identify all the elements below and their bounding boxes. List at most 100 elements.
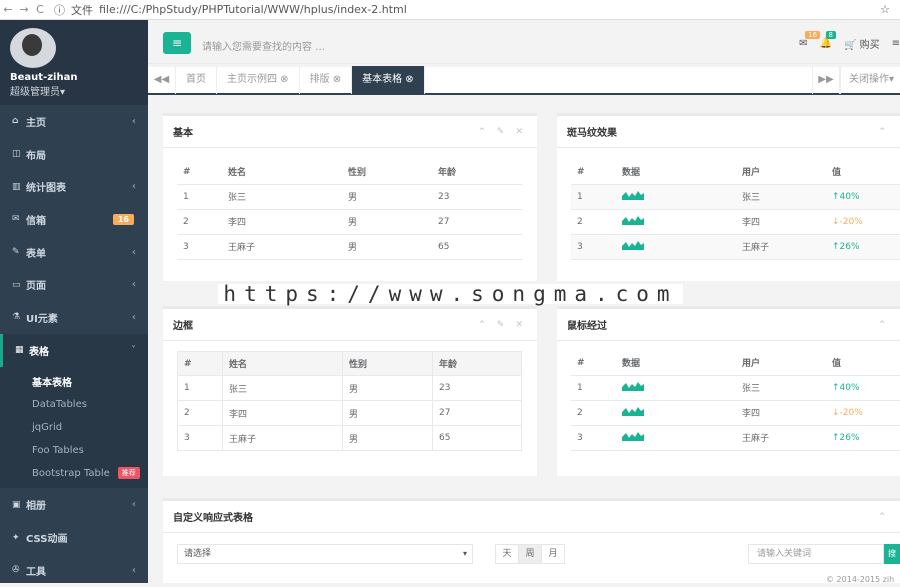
sidebar-item[interactable]: ✇ 工具 ‹ — [0, 554, 148, 587]
column-header: 数据 — [616, 351, 736, 376]
table-cell: 3 — [571, 234, 616, 260]
sidebar-item[interactable]: ⌂ 主页 ‹ — [0, 105, 148, 138]
filter-select[interactable]: 请选择 ▾ — [177, 544, 473, 564]
table-cell: 李四 — [222, 400, 343, 426]
column-header: # — [571, 160, 616, 185]
table-cell: 2 — [571, 209, 616, 235]
chevron-icon: ‹ — [131, 181, 136, 193]
table-cell: 李四 — [736, 209, 826, 235]
chevron-icon: ‹ — [131, 311, 136, 323]
sidebar-item[interactable]: ✎ 表单 ‹ — [0, 236, 148, 269]
submenu-item[interactable]: 基本表格 — [0, 371, 148, 394]
reload-icon[interactable]: C — [32, 3, 48, 16]
table-cell: 27 — [432, 209, 522, 235]
submenu-item[interactable]: Foo Tables — [0, 439, 148, 462]
home-icon: ⌂ — [12, 116, 19, 127]
table-icon: ▦ — [15, 345, 24, 356]
sidebar-item-label: 统计图表 — [26, 183, 66, 195]
table-cell: 王麻子 — [222, 425, 343, 451]
sidebar-item[interactable]: ▭ 页面 ‹ — [0, 268, 148, 301]
sidebar-item[interactable]: ▥ 统计图表 ‹ — [0, 170, 148, 203]
count-badge: 16 — [112, 213, 134, 225]
forward-icon[interactable]: → — [16, 3, 32, 16]
tab-dashboard4[interactable]: 主页示例四 ⊗ — [217, 66, 300, 94]
table-cell: 1 — [571, 375, 616, 401]
tabs-prev-button[interactable]: ◀◀ — [148, 66, 176, 94]
panel-bordered: 边框 ⌃ ✎ ✕ # 姓名 性别 年龄 1 张三男 23 2 李四男 27 3 王麻子男 65 — [163, 306, 537, 476]
table-cell: 1 — [177, 375, 223, 401]
avatar[interactable] — [10, 28, 56, 68]
table-row: 3 王麻子男 65 — [177, 234, 522, 260]
column-header: # — [177, 160, 222, 185]
sidebar-item[interactable]: ▣ 相册 ‹ — [0, 488, 148, 521]
sparkline-icon — [622, 432, 644, 441]
table-cell: ↑40% — [826, 184, 900, 210]
sidebar-item[interactable]: ▦ 表格 ˅ — [0, 333, 148, 367]
table-cell: 1 — [571, 184, 616, 210]
url-text: file:///C:/PhpStudy/PHPTutorial/WWW/hplu… — [99, 3, 407, 16]
bell-count-badge: 8 — [825, 31, 836, 39]
panel-title: 斑马纹效果 — [567, 128, 617, 139]
sidebar-item[interactable]: ⚗ UI元素 ‹ — [0, 301, 148, 334]
submenu-item-label: 基本表格 — [32, 378, 72, 390]
sparkline-icon — [622, 216, 644, 225]
panel-tools[interactable]: ⌃ — [878, 127, 890, 137]
column-header: # — [177, 351, 223, 376]
panel-title: 鼠标经过 — [567, 321, 607, 332]
bookmark-star-icon[interactable]: ☆ — [880, 3, 890, 16]
sparkline-icon — [622, 407, 644, 416]
sparkline-icon — [622, 382, 644, 391]
sidebar-item[interactable]: ✦ CSS动画 — [0, 521, 148, 554]
column-header: 年龄 — [432, 351, 522, 376]
submenu-item[interactable]: jqGrid — [0, 416, 148, 439]
profile-name: Beaut-zihan — [10, 72, 78, 83]
table-cell: ↓-20% — [826, 209, 900, 235]
tabs-next-button[interactable]: ▶▶ — [811, 66, 840, 94]
table-row: 3 王麻子 ↑26% — [571, 425, 900, 451]
panel-tools[interactable]: ⌃ — [878, 320, 890, 330]
tab-home[interactable]: 首页 — [176, 66, 217, 94]
column-header: 性别 — [342, 351, 433, 376]
search-input[interactable]: 请输入您需要查找的内容 … — [202, 38, 325, 53]
table-cell — [616, 425, 736, 451]
panel-tools[interactable]: ⌃ — [878, 512, 890, 522]
table-cell: 王麻子 — [736, 234, 826, 260]
table-cell — [616, 234, 736, 260]
search-button[interactable]: 搜 — [884, 544, 900, 564]
buy-link[interactable]: 🛒 购买 — [844, 36, 880, 51]
chevron-icon: ‹ — [131, 279, 136, 291]
keyword-input[interactable]: 请输入关键词 — [748, 544, 884, 564]
submenu-item[interactable]: Bootstrap Table 推荐 — [0, 462, 148, 485]
table-row: 2 李四男 27 — [177, 209, 522, 235]
column-header: 姓名 — [222, 160, 342, 185]
basic-table: # 姓名 性别 年龄 1 张三男 23 2 李四男 27 3 王麻子男 65 — [177, 160, 522, 260]
panel-hover: 鼠标经过 ⌃ # 数据 用户值 1 张三 ↑40% 2 李四 ↓-20% 3 王麻子 ↑26% — [557, 306, 900, 476]
column-header: 姓名 — [222, 351, 343, 376]
chevron-icon: ‹ — [131, 564, 136, 576]
close-operations-dropdown[interactable]: 关闭操作▾ — [839, 66, 900, 94]
tab-typography[interactable]: 排版 ⊗ — [300, 66, 353, 94]
period-week-button[interactable]: 周 — [518, 544, 542, 564]
sidebar-item[interactable]: ◫ 布局 — [0, 138, 148, 171]
table-row: 1 张三男 23 — [177, 184, 522, 210]
more-icon[interactable]: ≡ — [892, 38, 900, 49]
panel-tools[interactable]: ⌃ ✎ ✕ — [478, 127, 527, 137]
period-month-button[interactable]: 月 — [541, 544, 565, 564]
period-day-button[interactable]: 天 — [495, 544, 519, 564]
tab-basic-table[interactable]: 基本表格 ⊗ — [352, 66, 425, 94]
table-row: 1 张三男 23 — [177, 375, 522, 401]
mail-icon[interactable]: ✉ 16 — [799, 31, 821, 49]
back-icon[interactable]: ← — [0, 3, 16, 16]
profile-role-dropdown[interactable]: 超级管理员▾ — [10, 83, 138, 98]
table-cell: 23 — [432, 375, 522, 401]
address-bar[interactable]: ⓘ 文件 file:///C:/PhpStudy/PHPTutorial/WWW… — [54, 2, 407, 18]
table-cell: 27 — [432, 400, 522, 426]
table-cell: 男 — [342, 184, 432, 210]
submenu-item[interactable]: DataTables — [0, 393, 148, 416]
bell-icon[interactable]: 🔔 8 — [820, 31, 836, 49]
sidebar-item[interactable]: ✉ 信箱 16 — [0, 203, 148, 236]
browser-toolbar: ← → C ⓘ 文件 file:///C:/PhpStudy/PHPTutori… — [0, 0, 900, 20]
period-toggle: 天 周 月 — [495, 544, 565, 564]
panel-tools[interactable]: ⌃ ✎ ✕ — [478, 320, 527, 330]
menu-toggle-button[interactable]: ≡ — [163, 32, 191, 54]
